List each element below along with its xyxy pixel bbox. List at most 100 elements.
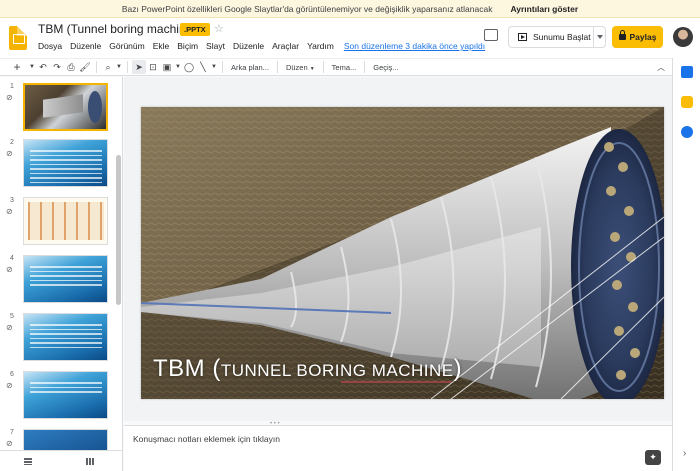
- undo-icon[interactable]: ↶: [36, 60, 50, 74]
- show-details-link[interactable]: Ayrıntıları göster: [510, 4, 578, 14]
- link-icon: ⊘: [6, 439, 13, 448]
- link-icon: ⊘: [6, 323, 13, 332]
- link-icon: ⊘: [6, 207, 13, 216]
- select-cursor-icon[interactable]: ➤: [132, 60, 146, 74]
- collapse-toolbar-chevron-icon[interactable]: ︿: [655, 60, 667, 74]
- layout-label: Düzen: [285, 62, 308, 72]
- slide-title-smallcaps: TUNNEL BORING MACHINE: [220, 361, 454, 380]
- list-view-icon[interactable]: [24, 458, 32, 465]
- transition-button[interactable]: Geçiş...: [369, 63, 402, 72]
- toolbar-divider: [96, 61, 97, 73]
- side-panel-rail: ›: [672, 58, 700, 471]
- theme-button[interactable]: Tema...: [328, 63, 361, 72]
- current-slide[interactable]: TBM (TUNNEL BORING MACHINE): [141, 107, 664, 399]
- layout-button[interactable]: Düzen ▼: [282, 63, 319, 72]
- menu-edit[interactable]: Düzenle: [70, 41, 101, 51]
- redo-icon[interactable]: ↷: [50, 60, 64, 74]
- comment-history-icon[interactable]: [484, 29, 498, 41]
- slide-thumbnail[interactable]: [23, 197, 108, 245]
- share-label: Paylaş: [629, 32, 657, 42]
- background-button[interactable]: Arka plan...: [227, 63, 273, 72]
- menu-file[interactable]: Dosya: [38, 41, 62, 51]
- slides-editor: Bazı PowerPoint özellikleri Google Slayt…: [0, 0, 700, 471]
- star-icon[interactable]: ☆: [214, 22, 224, 35]
- print-icon[interactable]: ⎙: [64, 60, 78, 74]
- toolbar-divider: [127, 61, 128, 73]
- filmstrip-item[interactable]: 3 ⊘: [0, 195, 116, 249]
- document-title[interactable]: TBM (Tunnel boring machine): [38, 22, 196, 36]
- slide-title[interactable]: TBM (TUNNEL BORING MACHINE): [153, 355, 462, 383]
- explore-icon[interactable]: ✦: [645, 450, 661, 465]
- filmstrip-scrollbar[interactable]: [116, 155, 121, 305]
- menu-tools[interactable]: Araçlar: [272, 41, 299, 51]
- filmstrip-item[interactable]: 7 ⊘: [0, 427, 116, 450]
- filmstrip-view-toggle: [0, 450, 123, 471]
- slide-number: 6: [10, 371, 14, 378]
- present-divider: [593, 27, 594, 47]
- menu-view[interactable]: Görünüm: [109, 41, 144, 51]
- line-icon[interactable]: ╲: [196, 60, 210, 74]
- new-slide-plus-icon[interactable]: +: [6, 60, 28, 74]
- toolbar-divider: [322, 61, 324, 73]
- shape-icon[interactable]: ◯: [182, 60, 196, 74]
- menu-help[interactable]: Yardım: [307, 41, 334, 51]
- image-caret-icon[interactable]: ▼: [174, 60, 182, 74]
- speaker-notes[interactable]: Konuşmacı notları eklemek için tıklayın: [124, 425, 672, 471]
- last-edit-link[interactable]: Son düzenleme 3 dakika önce yapıldı: [344, 41, 485, 51]
- slide-thumbnail[interactable]: [23, 371, 108, 419]
- slides-logo-icon[interactable]: [9, 26, 27, 50]
- app-header: TBM (Tunnel boring machine) .PPTX ☆ Dosy…: [0, 18, 700, 58]
- present-button[interactable]: Sunumu Başlat: [508, 26, 606, 48]
- present-label: Sunumu Başlat: [533, 32, 591, 42]
- link-icon: ⊘: [6, 265, 13, 274]
- image-icon[interactable]: ▣: [160, 60, 174, 74]
- menu-insert[interactable]: Ekle: [153, 41, 170, 51]
- slide-thumbnail[interactable]: [23, 139, 108, 187]
- filmstrip-item[interactable]: 1 ⊘: [0, 81, 116, 135]
- line-caret-icon[interactable]: ▼: [210, 60, 218, 74]
- slide-thumbnail[interactable]: [23, 255, 108, 303]
- filmstrip-item[interactable]: 6 ⊘: [0, 369, 116, 423]
- toolbar-divider: [364, 61, 366, 73]
- filmstrip-item[interactable]: 4 ⊘: [0, 253, 116, 307]
- filmstrip-item[interactable]: 5 ⊘: [0, 311, 116, 365]
- slide-thumbnail-selected[interactable]: [23, 83, 108, 131]
- link-icon: ⊘: [6, 149, 13, 158]
- file-format-badge: .PPTX: [180, 23, 210, 36]
- menu-slide[interactable]: Slayt: [206, 41, 225, 51]
- new-slide-caret-icon[interactable]: ▼: [28, 60, 36, 74]
- share-button[interactable]: Paylaş: [612, 26, 663, 48]
- zoom-icon[interactable]: ⌕: [101, 60, 115, 74]
- paint-format-icon[interactable]: 🖌: [78, 60, 92, 74]
- tasks-icon[interactable]: [681, 126, 693, 138]
- grid-view-icon[interactable]: [86, 458, 94, 465]
- zoom-caret-icon[interactable]: ▼: [115, 60, 123, 74]
- slide-filmstrip[interactable]: 1 ⊘ 2 ⊘ 3 ⊘ 4 ⊘ 5 ⊘ 6 ⊘ 7 ⊘: [0, 77, 123, 450]
- menu-format[interactable]: Biçim: [177, 41, 198, 51]
- present-options-caret-icon[interactable]: [597, 35, 603, 39]
- notes-placeholder[interactable]: Konuşmacı notları eklemek için tıklayın: [133, 434, 280, 444]
- slide-number: 4: [10, 255, 14, 262]
- banner-message: Bazı PowerPoint özellikleri Google Slayt…: [121, 3, 493, 14]
- slide-number: 7: [10, 429, 14, 436]
- compatibility-banner: Bazı PowerPoint özellikleri Google Slayt…: [0, 0, 700, 18]
- user-avatar[interactable]: [673, 27, 693, 47]
- layout-caret-icon: ▼: [309, 65, 315, 72]
- toolbar-divider: [276, 61, 278, 73]
- slide-canvas[interactable]: TBM (TUNNEL BORING MACHINE): [124, 77, 672, 421]
- calendar-icon[interactable]: [681, 66, 693, 78]
- slide-number: 1: [10, 83, 14, 90]
- expand-panel-chevron-icon[interactable]: ›: [683, 448, 686, 459]
- menu-arrange[interactable]: Düzenle: [233, 41, 264, 51]
- text-box-icon[interactable]: ⊡: [146, 60, 160, 74]
- slide-number: 5: [10, 313, 14, 320]
- present-icon: [518, 33, 527, 41]
- keep-icon[interactable]: [681, 96, 693, 108]
- slide-title-end: ): [453, 355, 463, 382]
- slide-number: 2: [10, 139, 14, 146]
- toolbar: + ▼ ↶ ↷ ⎙ 🖌 ⌕ ▼ ➤ ⊡ ▣ ▼ ◯ ╲ ▼ Arka plan.…: [0, 58, 700, 76]
- slide-thumbnail[interactable]: [23, 429, 108, 450]
- slide-number: 3: [10, 197, 14, 204]
- slide-thumbnail[interactable]: [23, 313, 108, 361]
- filmstrip-item[interactable]: 2 ⊘: [0, 137, 116, 191]
